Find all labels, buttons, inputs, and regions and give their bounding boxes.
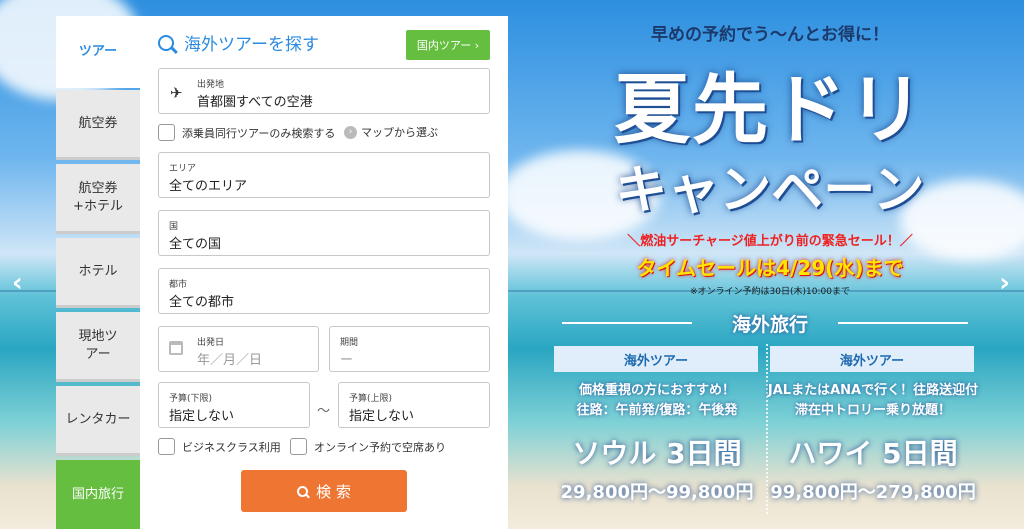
panel-title: 海外ツアーを探す [158,30,319,55]
carousel-next-button[interactable]: › [999,268,1010,298]
departure-label: 出発地 [197,80,225,90]
card-header-seoul: 海外ツアー [554,346,758,372]
city-label: 都市 [169,280,188,290]
plane-icon: ✈ [170,84,183,102]
banner-subtitle: 早めの予約でう〜んとお得に！ [651,25,889,45]
map-select-label: マップから選ぶ [361,126,438,139]
tab-flight-hotel[interactable]: 航空券+ホテル [56,164,140,234]
departure-field[interactable]: ✈ 出発地 首都圏すべての空港 [158,68,490,114]
online-availability-checkbox[interactable]: オンライン予約で空席あり [290,438,446,455]
tab-flight-hotel-label: 航空券+ホテル [73,180,123,214]
area-label: エリア [169,164,197,174]
search-button[interactable]: 検 索 [241,470,407,512]
budget-min-field[interactable]: 予算(下限) 指定しない [158,382,310,428]
panel-title-text: 海外ツアーを探す [184,35,319,55]
city-field[interactable]: 都市 全ての都市 [158,268,490,314]
card-price-hawaii: 99,800円〜279,800円 [770,482,976,503]
city-value: 全ての都市 [169,295,235,310]
online-availability-label: オンライン予約で空席あり [314,440,446,454]
budget-max-field[interactable]: 予算(上限) 指定しない [338,382,490,428]
search-button-label: 検 索 [316,482,351,501]
search-panel: 海外ツアーを探す 国内ツアー › ✈ 出発地 首都圏すべての空港 添乗員同行ツア… [140,16,508,529]
period-placeholder: ー [340,353,354,368]
escort-checkbox[interactable]: 添乗員同行ツアーのみ検索する [158,124,335,141]
calendar-icon [169,341,183,355]
card-header-hawaii: 海外ツアー [770,346,974,372]
card-text-seoul-2: 往路：午前発/復路：午後発 [576,403,738,418]
period-label: 期間 [340,338,359,348]
carousel-prev-button[interactable]: ‹ [12,268,23,298]
tab-local-tour-label: 現地ツアー [78,328,118,362]
area-field[interactable]: エリア 全てのエリア [158,152,490,198]
budget-min-value: 指定しない [169,409,235,424]
banner-headline-1: 夏先ドリ [614,65,926,154]
tab-domestic[interactable]: 国内旅行 [56,460,140,529]
tab-rental-car[interactable]: レンタカー [56,386,140,456]
tab-local-tour[interactable]: 現地ツアー [56,312,140,382]
arrow-right-icon: › [344,125,357,139]
period-field[interactable]: 期間 ー [329,326,490,372]
tab-tour[interactable]: ツアー [56,16,140,88]
banner-headline-2: キャンペーン [615,161,925,221]
search-icon [158,34,174,51]
budget-max-value: 指定しない [349,409,415,424]
country-value: 全ての国 [169,237,222,252]
depart-date-placeholder: 年／月／日 [197,353,263,368]
card-city-hawaii: ハワイ 5日間 [788,437,958,470]
tab-hotel[interactable]: ホテル [56,238,140,308]
banner-urgent-text: ＼燃油サーチャージ値上がり前の緊急セール！／ [627,234,913,249]
business-class-checkbox[interactable]: ビジネスクラス利用 [158,438,281,455]
search-icon [297,485,309,497]
card-text-hawaii-1: JALまたはANAで行く！往路送迎付 [767,383,979,398]
card-price-seoul: 29,800円〜99,800円 [560,482,754,503]
card-text-hawaii-2: 滞在中トロリー乗り放題！ [794,403,951,418]
budget-max-label: 予算(上限) [349,394,393,404]
escort-checkbox-label: 添乗員同行ツアーのみ検索する [182,126,336,140]
category-tabs: ツアー 航空券 航空券+ホテル ホテル 現地ツアー レンタカー 国内旅行 [56,16,140,529]
range-separator: 〜 [317,404,331,419]
card-city-seoul: ソウル 3日間 [572,437,742,470]
banner-sale-text: タイムセールは4/29(水)まで [636,256,904,280]
country-field[interactable]: 国 全ての国 [158,210,490,256]
depart-date-label: 出発日 [197,338,225,348]
checkbox-icon [158,124,175,141]
checkbox-icon [290,438,307,455]
budget-min-label: 予算(下限) [169,394,213,404]
map-select-link[interactable]: › マップから選ぶ [344,124,438,140]
business-class-label: ビジネスクラス利用 [182,440,281,454]
domestic-tour-button[interactable]: 国内ツアー › [406,30,490,60]
card-text-seoul-1: 価格重視の方におすすめ！ [578,383,735,398]
departure-value: 首都圏すべての空港 [197,95,313,110]
checkbox-icon [158,438,175,455]
depart-date-field[interactable]: 出発日 年／月／日 [158,326,319,372]
banner-note: ※オンライン予約は30日(木)10:00まで [690,287,850,297]
country-label: 国 [169,222,179,232]
banner-section-title: 海外旅行 [731,314,808,336]
area-value: 全てのエリア [169,179,248,194]
tab-flight[interactable]: 航空券 [56,90,140,160]
